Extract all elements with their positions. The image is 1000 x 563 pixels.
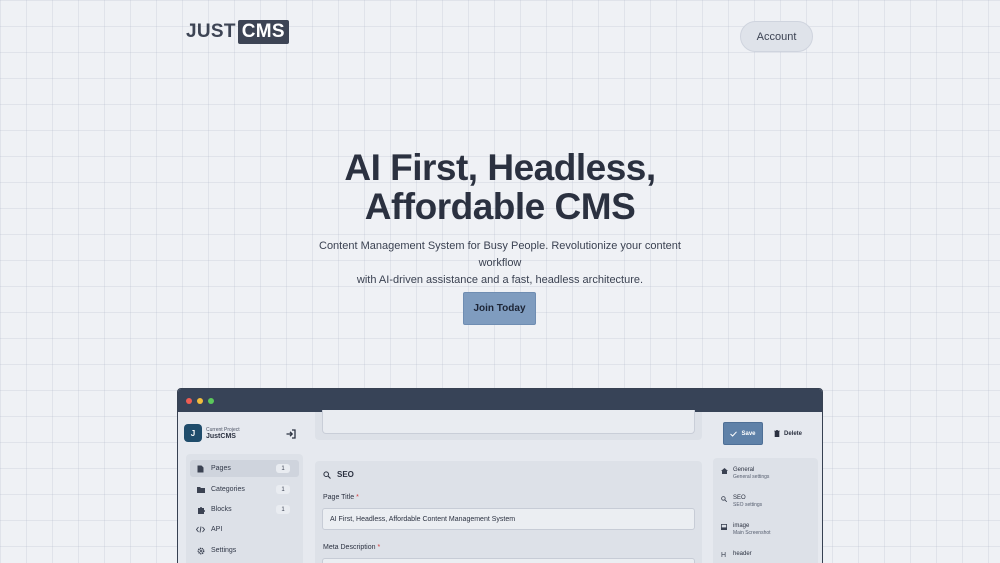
logo-text-cms: CMS [237, 20, 289, 44]
sidebar-item-categories[interactable]: Categories 1 [190, 481, 299, 498]
seo-section: SEO Page Title * AI First, Headless, Aff… [315, 461, 702, 563]
content-card-top [315, 410, 702, 440]
pages-count-badge: 1 [276, 464, 290, 473]
trash-icon [774, 430, 780, 437]
page-title-label: Page Title * [323, 494, 359, 501]
meta-description-input[interactable] [322, 558, 695, 563]
hero-subtitle: Content Management System for Busy Peopl… [300, 238, 700, 289]
page-icon [196, 464, 205, 473]
meta-description-label: Meta Description * [323, 544, 381, 551]
join-today-button[interactable]: Join Today [463, 292, 536, 325]
folder-icon [196, 485, 205, 494]
code-icon [196, 525, 205, 534]
sidebar-item-label: Settings [211, 547, 237, 554]
delete-button[interactable]: Delete [774, 427, 802, 440]
window-minimize-dot [197, 397, 203, 404]
account-button[interactable]: Account [740, 21, 813, 52]
save-label: Save [741, 430, 756, 437]
logo-text-just: JUST [186, 21, 236, 42]
categories-count-badge: 1 [276, 485, 290, 494]
settings-item-image[interactable]: image Main Screenshot [721, 523, 771, 536]
search-icon [721, 495, 729, 508]
hero-subtitle-line-2: with AI-driven assistance and a fast, he… [356, 274, 644, 286]
sidebar-item-label: Blocks [211, 506, 232, 513]
app-preview-window: J Current Project JustCMS Pages 1 Catego… [177, 388, 823, 563]
search-icon [323, 470, 331, 479]
heading-icon: H [721, 552, 727, 559]
delete-label: Delete [784, 430, 803, 437]
puzzle-icon [196, 505, 205, 514]
window-maximize-dot [208, 397, 214, 404]
content-textarea[interactable] [322, 410, 695, 434]
project-label: Current Project [206, 426, 240, 433]
app-sidebar: Pages 1 Categories 1 Blocks 1 API Settin… [186, 454, 303, 563]
save-button[interactable]: Save [723, 422, 763, 445]
window-close-dot [186, 397, 192, 404]
sidebar-item-pages[interactable]: Pages 1 [190, 460, 299, 477]
project-avatar: J [184, 424, 202, 442]
home-icon [721, 467, 729, 480]
sidebar-item-blocks[interactable]: Blocks 1 [190, 501, 299, 518]
right-settings-panel: General General settings SEO SEO setting… [713, 458, 818, 563]
hero-title: AI First, Headless, Affordable CMS [0, 148, 1000, 226]
check-icon [730, 430, 738, 437]
hero-title-line-1: AI First, Headless, [344, 147, 656, 188]
hero-subtitle-line-1: Content Management System for Busy Peopl… [319, 240, 681, 269]
page-title-input[interactable]: AI First, Headless, Affordable Content M… [322, 508, 695, 530]
project-switcher[interactable]: J Current Project JustCMS [184, 424, 240, 442]
image-icon [721, 523, 729, 536]
sidebar-item-label: Pages [211, 465, 231, 472]
settings-item-general[interactable]: General General settings [721, 467, 769, 480]
hero-title-line-2: Affordable CMS [364, 186, 636, 227]
gear-icon [196, 546, 205, 555]
settings-item-seo[interactable]: SEO SEO settings [721, 495, 762, 508]
brand-logo[interactable]: JUST CMS [186, 20, 289, 44]
window-titlebar [178, 389, 822, 412]
sidebar-item-label: Categories [211, 486, 245, 493]
settings-item-header[interactable]: H header [721, 551, 752, 559]
seo-heading: SEO [337, 470, 354, 479]
sidebar-item-settings[interactable]: Settings [190, 542, 299, 559]
sidebar-item-label: API [211, 526, 223, 533]
logout-icon[interactable] [285, 428, 297, 440]
blocks-count-badge: 1 [276, 505, 290, 514]
sidebar-item-api[interactable]: API [190, 521, 299, 538]
project-name: JustCMS [206, 432, 236, 440]
